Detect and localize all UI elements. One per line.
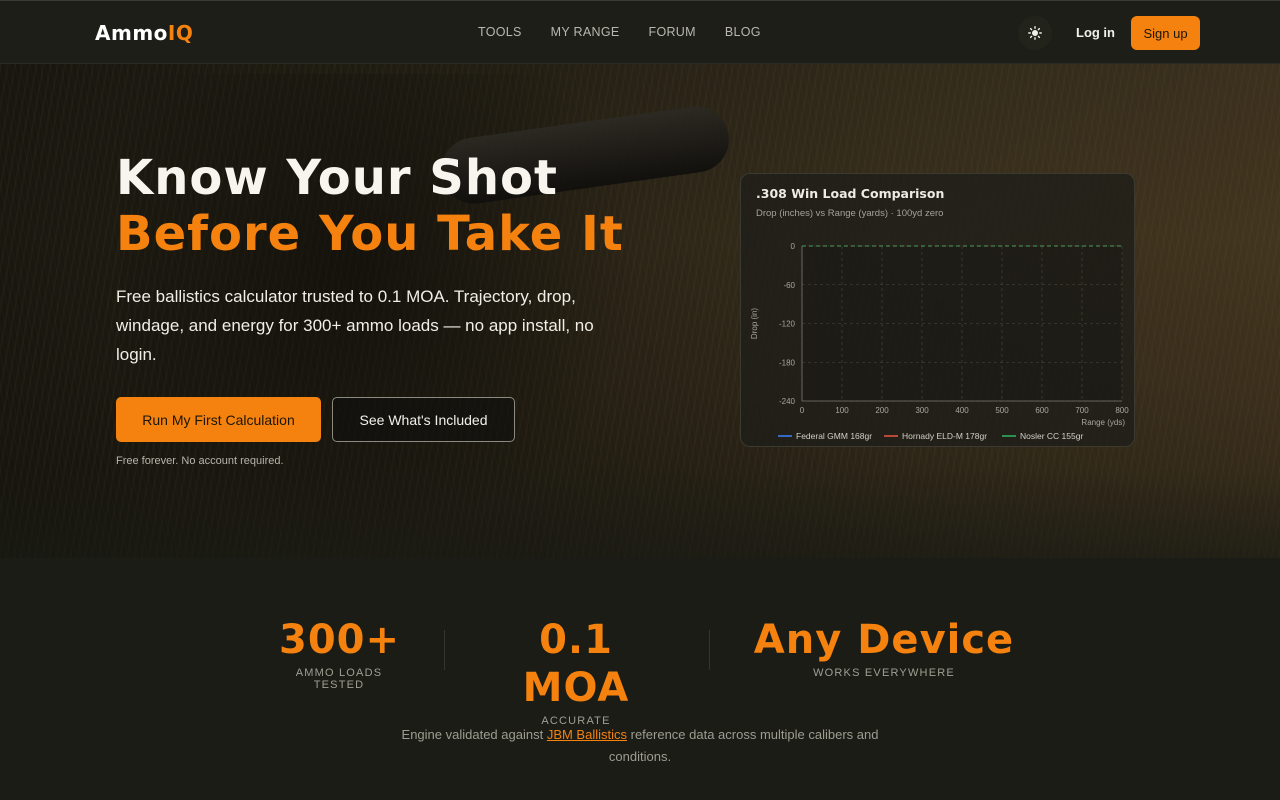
nav-link-blog[interactable]: BLOG bbox=[725, 25, 761, 39]
y-tick-label: -180 bbox=[779, 358, 796, 367]
nav-link-forum[interactable]: FORUM bbox=[649, 25, 696, 39]
hero-section: Know Your Shot Before You Take It Free b… bbox=[0, 64, 1280, 558]
y-tick-label: -60 bbox=[783, 281, 795, 290]
stat-accuracy-value: 0.1 MOA bbox=[522, 617, 630, 711]
stats-section: 300+ AMMO LOADS TESTED 0.1 MOA ACCURATE … bbox=[0, 558, 1280, 800]
x-tick-label: 200 bbox=[875, 406, 889, 415]
x-tick-label: 600 bbox=[1035, 406, 1049, 415]
y-tick-label: -240 bbox=[779, 397, 796, 406]
stat-device-label: WORKS EVERYWHERE bbox=[813, 667, 955, 679]
see-included-button[interactable]: See What's Included bbox=[332, 397, 515, 442]
sun-icon bbox=[1028, 26, 1042, 40]
x-tick-label: 500 bbox=[995, 406, 1009, 415]
stat-divider bbox=[444, 630, 445, 670]
legend-label: Nosler CC 155gr bbox=[1020, 431, 1083, 441]
chart-subtitle: Drop (inches) vs Range (yards) · 100yd z… bbox=[756, 208, 944, 219]
run-calculation-button[interactable]: Run My First Calculation bbox=[116, 397, 321, 442]
top-navbar: AmmoIQ TOOLS MY RANGE FORUM BLOG Log in … bbox=[0, 0, 1280, 64]
stat-device: Any Device WORKS EVERYWHERE bbox=[752, 616, 1016, 679]
nav-links: TOOLS MY RANGE FORUM BLOG bbox=[478, 25, 761, 39]
hero-title: Know Your Shot Before You Take It bbox=[116, 150, 624, 262]
login-link[interactable]: Log in bbox=[1076, 25, 1115, 40]
x-tick-label: 400 bbox=[955, 406, 969, 415]
y-tick-label: -120 bbox=[779, 320, 796, 329]
stat-loads: 300+ AMMO LOADS TESTED bbox=[279, 616, 399, 691]
signup-button[interactable]: Sign up bbox=[1131, 16, 1200, 50]
nav-link-my-range[interactable]: MY RANGE bbox=[551, 25, 620, 39]
nav-link-tools[interactable]: TOOLS bbox=[478, 25, 522, 39]
jbm-ballistics-link[interactable]: JBM Ballistics bbox=[547, 727, 627, 742]
x-tick-label: 0 bbox=[800, 406, 805, 415]
stat-loads-label: AMMO LOADS TESTED bbox=[295, 667, 383, 691]
y-axis-label: Drop (in) bbox=[750, 308, 759, 339]
stat-accuracy: 0.1 MOA ACCURATE bbox=[486, 616, 666, 727]
stat-loads-value: 300+ bbox=[279, 617, 401, 663]
ammoiq-logo[interactable]: AmmoIQ bbox=[95, 21, 193, 45]
hero-title-line1: Know Your Shot bbox=[116, 150, 558, 206]
y-tick-label: 0 bbox=[791, 242, 796, 251]
hero-note: Free forever. No account required. bbox=[116, 455, 284, 467]
x-tick-label: 100 bbox=[835, 406, 849, 415]
hero-title-line2: Before You Take It bbox=[116, 206, 624, 262]
theme-toggle-button[interactable] bbox=[1018, 16, 1052, 50]
hero-bottom-fade bbox=[0, 468, 1280, 558]
x-tick-label: 800 bbox=[1115, 406, 1129, 415]
legend-label: Hornady ELD-M 178gr bbox=[902, 431, 987, 441]
chart-title: .308 Win Load Comparison bbox=[756, 186, 945, 201]
hero-subtitle: Free ballistics calculator trusted to 0.… bbox=[116, 287, 594, 364]
x-tick-label: 300 bbox=[915, 406, 929, 415]
legend-label: Federal GMM 168gr bbox=[796, 431, 872, 441]
x-tick-label: 700 bbox=[1075, 406, 1089, 415]
x-axis-label: Range (yds) bbox=[1081, 418, 1125, 427]
stat-divider bbox=[709, 630, 710, 670]
validation-text: Engine validated against JBM Ballistics … bbox=[401, 727, 879, 764]
stat-device-value: Any Device bbox=[753, 617, 1015, 663]
chart-card: 0 -60 -120 -180 -240 0 100 200 300 400 500 600 700 80… bbox=[740, 173, 1135, 447]
